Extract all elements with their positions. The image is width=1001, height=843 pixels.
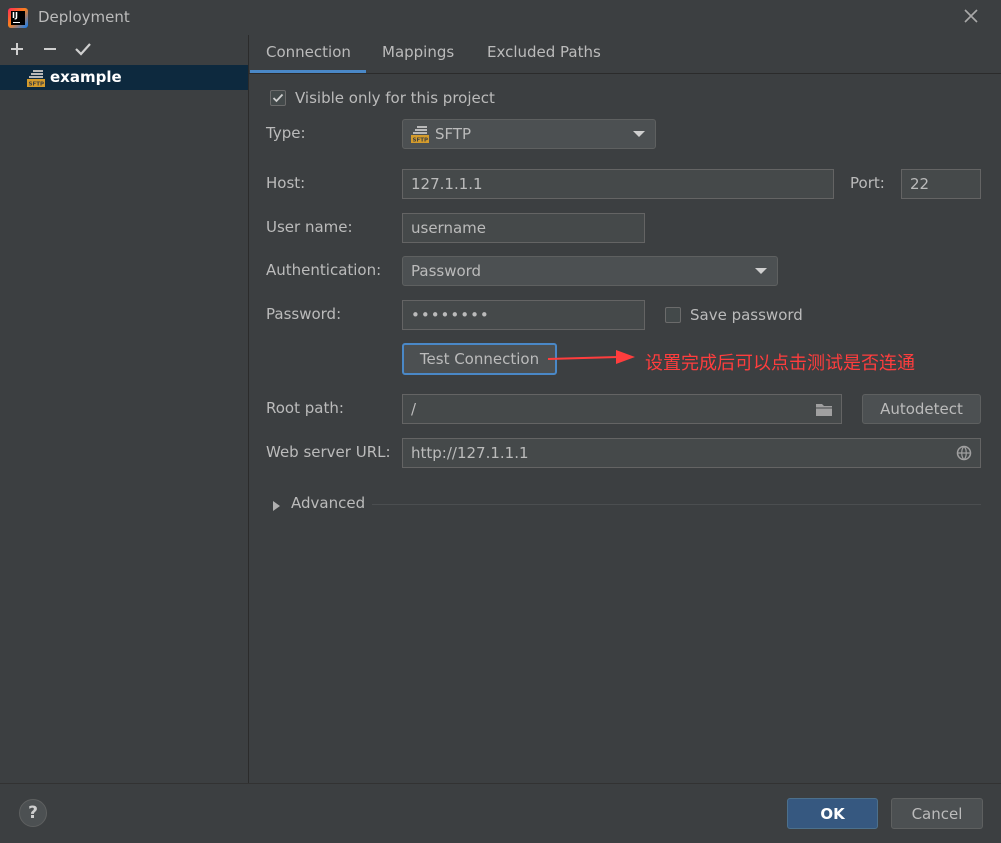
remove-icon[interactable] bbox=[41, 40, 59, 58]
ok-button[interactable]: OK bbox=[787, 798, 878, 829]
password-label: Password: bbox=[266, 305, 342, 323]
add-icon[interactable] bbox=[8, 40, 26, 58]
window-title: Deployment bbox=[38, 8, 130, 26]
test-connection-button[interactable]: Test Connection bbox=[402, 343, 557, 375]
host-input[interactable]: 127.1.1.1 bbox=[402, 169, 834, 199]
password-input[interactable]: •••••••• bbox=[402, 300, 645, 330]
authentication-label: Authentication: bbox=[266, 261, 382, 279]
authentication-value: Password bbox=[411, 262, 482, 280]
intellij-logo-icon: IJ bbox=[8, 8, 28, 28]
chevron-down-icon bbox=[755, 268, 767, 274]
advanced-separator bbox=[372, 504, 981, 505]
tab-mappings[interactable]: Mappings bbox=[382, 43, 454, 61]
tab-separator bbox=[249, 73, 1001, 74]
type-label: Type: bbox=[266, 124, 306, 142]
svg-text:SFTP: SFTP bbox=[29, 82, 45, 88]
annotation-arrow bbox=[548, 350, 635, 364]
sftp-server-icon: SFTP bbox=[27, 69, 45, 88]
annotation-text: 设置完成后可以点击测试是否连通 bbox=[645, 353, 915, 374]
autodetect-button[interactable]: Autodetect bbox=[862, 394, 981, 424]
web-url-input[interactable]: http://127.1.1.1 bbox=[402, 438, 981, 468]
username-input[interactable]: username bbox=[402, 213, 645, 243]
authentication-select[interactable]: Password bbox=[402, 256, 778, 286]
folder-icon[interactable] bbox=[815, 402, 833, 421]
username-label: User name: bbox=[266, 218, 353, 236]
footer-separator bbox=[0, 783, 1001, 784]
visible-only-label: Visible only for this project bbox=[295, 89, 495, 107]
chevron-down-icon bbox=[633, 131, 645, 137]
server-list-panel bbox=[0, 35, 248, 783]
visible-only-checkbox[interactable] bbox=[270, 90, 286, 106]
close-icon[interactable] bbox=[961, 6, 981, 26]
root-path-value: / bbox=[411, 400, 417, 418]
port-label: Port: bbox=[850, 174, 885, 192]
globe-icon[interactable] bbox=[956, 445, 972, 465]
tab-connection[interactable]: Connection bbox=[266, 43, 351, 61]
sftp-icon: SFTP bbox=[411, 125, 429, 144]
advanced-section-label[interactable]: Advanced bbox=[291, 494, 365, 512]
type-select[interactable]: SFTP SFTP bbox=[402, 119, 656, 149]
web-url-value: http://127.1.1.1 bbox=[411, 444, 529, 462]
title-bar bbox=[0, 0, 1001, 35]
web-url-label: Web server URL: bbox=[266, 443, 391, 461]
host-label: Host: bbox=[266, 174, 306, 192]
save-password-label: Save password bbox=[690, 306, 803, 324]
help-button[interactable]: ? bbox=[19, 799, 47, 827]
expand-triangle-icon[interactable] bbox=[272, 498, 282, 516]
panel-divider bbox=[248, 35, 249, 783]
port-input[interactable]: 22 bbox=[901, 169, 981, 199]
root-path-label: Root path: bbox=[266, 399, 344, 417]
type-value: SFTP bbox=[435, 125, 472, 143]
root-path-input[interactable]: / bbox=[402, 394, 842, 424]
checkmark-icon[interactable] bbox=[74, 40, 92, 58]
cancel-button[interactable]: Cancel bbox=[891, 798, 983, 829]
server-name: example bbox=[50, 68, 122, 86]
save-password-checkbox[interactable] bbox=[665, 307, 681, 323]
svg-text:SFTP: SFTP bbox=[413, 138, 429, 144]
tab-excluded-paths[interactable]: Excluded Paths bbox=[487, 43, 601, 61]
